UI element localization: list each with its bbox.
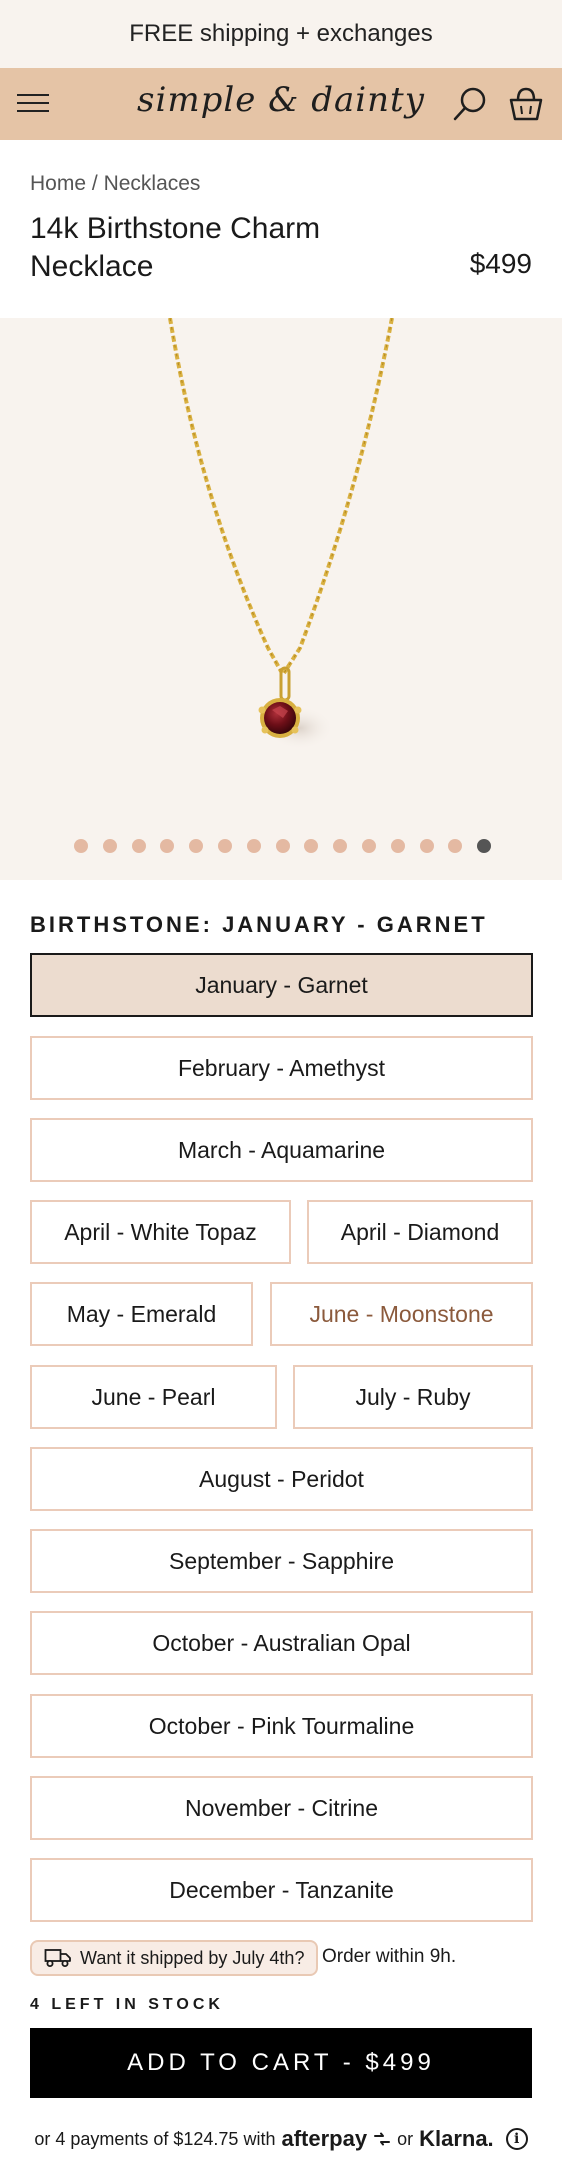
promo-bar: FREE shipping + exchanges [0, 0, 562, 68]
gallery-dot[interactable] [246, 839, 261, 853]
bnpl-prefix: or 4 payments of $124.75 with [34, 2128, 276, 2149]
gallery-pagination [0, 839, 562, 855]
gallery-dot[interactable] [102, 839, 117, 853]
delivery-truck-icon [44, 1949, 71, 1967]
product-image-gallery[interactable] [0, 318, 562, 880]
variant-heading: BIRTHSTONE: JANUARY - GARNET [30, 912, 488, 938]
gallery-dot[interactable] [390, 839, 405, 853]
breadcrumb-necklaces-link[interactable]: Necklaces [104, 172, 201, 195]
gallery-dot[interactable] [160, 839, 175, 853]
gallery-dot[interactable] [333, 839, 348, 853]
gallery-dot[interactable] [448, 839, 463, 853]
variant-selected-value: JANUARY - GARNET [222, 912, 488, 937]
necklace-product-image [168, 318, 394, 750]
bnpl-or: or [397, 2128, 414, 2149]
option-june-pearl[interactable]: June - Pearl [30, 1365, 277, 1429]
gallery-dot[interactable] [74, 839, 88, 853]
shipping-deadline-pill[interactable]: Want it shipped by July 4th? [30, 1940, 319, 1976]
option-may-emerald[interactable]: May - Emerald [30, 1282, 253, 1346]
option-january-garnet[interactable]: January - Garnet [30, 953, 533, 1017]
breadcrumb-separator: / [91, 172, 98, 195]
afterpay-logo: afterpay [281, 2126, 368, 2151]
breadcrumb: Home / Necklaces [30, 172, 200, 196]
order-within-text: Order within 9h. [322, 1946, 457, 1967]
add-to-cart-button[interactable]: ADD TO CART - $499 [30, 2028, 532, 2098]
gallery-dot[interactable] [218, 839, 232, 853]
option-august-peridot[interactable]: August - Peridot [30, 1447, 533, 1511]
option-october-australian-opal[interactable]: October - Australian Opal [30, 1611, 533, 1675]
option-november-citrine[interactable]: November - Citrine [30, 1776, 533, 1840]
option-april-white-topaz[interactable]: April - White Topaz [30, 1200, 291, 1264]
option-february-amethyst[interactable]: February - Amethyst [30, 1036, 533, 1100]
afterpay-arrows-icon [374, 2132, 391, 2146]
gallery-dot[interactable] [275, 839, 290, 853]
gallery-dot[interactable] [131, 839, 146, 853]
gallery-dot[interactable] [419, 839, 434, 853]
variant-label: BIRTHSTONE: [30, 912, 213, 937]
gallery-dot[interactable] [304, 839, 319, 853]
buy-now-pay-later: or 4 payments of $124.75 with afterpay o… [0, 2126, 562, 2152]
shipping-pill-text: Want it shipped by July 4th? [80, 1947, 305, 1968]
promo-text: FREE shipping + exchanges [129, 20, 433, 47]
info-icon[interactable]: i [505, 2128, 528, 2150]
shopping-basket-icon[interactable] [506, 84, 546, 124]
option-december-tanzanite[interactable]: December - Tanzanite [30, 1858, 533, 1922]
gallery-dot[interactable] [189, 839, 204, 853]
product-title: 14k Birthstone Charm Necklace [30, 212, 321, 283]
option-september-sapphire[interactable]: September - Sapphire [30, 1529, 533, 1593]
gallery-dot[interactable] [477, 839, 492, 853]
gallery-dot[interactable] [362, 839, 376, 853]
option-april-diamond[interactable]: April - Diamond [307, 1200, 533, 1264]
product-price: $499 [469, 248, 532, 279]
klarna-logo: Klarna. [419, 2126, 494, 2151]
site-header: simple & dainty [0, 68, 562, 140]
option-october-pink-tourmaline[interactable]: October - Pink Tourmaline [30, 1694, 533, 1758]
stock-status: 4 LEFT IN STOCK [30, 1996, 224, 2013]
breadcrumb-home-link[interactable]: Home [30, 172, 86, 195]
option-june-moonstone[interactable]: June - Moonstone [270, 1282, 533, 1346]
search-icon[interactable] [450, 84, 490, 124]
option-july-ruby[interactable]: July - Ruby [293, 1365, 533, 1429]
option-march-aquamarine[interactable]: March - Aquamarine [30, 1118, 533, 1182]
